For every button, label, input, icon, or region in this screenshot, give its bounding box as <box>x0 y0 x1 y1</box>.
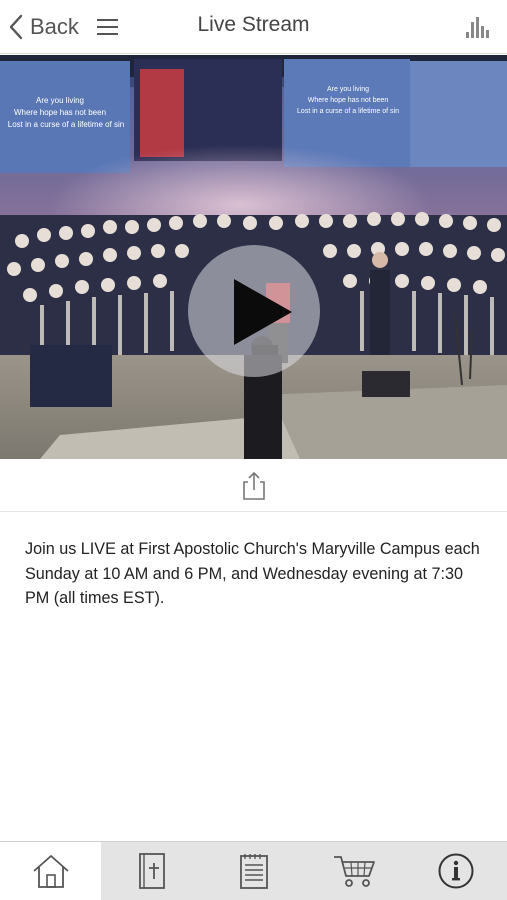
slide-right-line-2: Where hope has not been <box>308 97 389 104</box>
tab-store[interactable] <box>304 842 405 900</box>
tab-notes[interactable] <box>203 842 304 900</box>
tab-info[interactable] <box>406 842 507 900</box>
share-icon <box>243 471 265 500</box>
navigation-bar: Back Live Stream <box>0 0 507 54</box>
slide-left-line-2: Where hope has not been <box>14 108 106 117</box>
back-button[interactable]: Back <box>8 8 79 46</box>
bar-chart-icon <box>466 17 489 38</box>
slide-right-line-1: Are you living <box>327 86 369 93</box>
info-icon <box>438 853 474 889</box>
play-icon <box>234 279 292 345</box>
share-button[interactable] <box>241 471 267 501</box>
back-label: Back <box>30 14 79 39</box>
bible-icon <box>139 853 166 889</box>
hamburger-icon <box>97 19 118 35</box>
stream-description: Join us LIVE at First Apostolic Church's… <box>25 540 480 607</box>
menu-button[interactable] <box>96 15 120 39</box>
notes-icon <box>239 854 268 889</box>
share-bar <box>0 459 507 512</box>
cart-icon <box>333 856 375 887</box>
tab-home[interactable] <box>0 842 102 900</box>
tab-bar <box>0 841 507 900</box>
slide-left-line-3: Lost in a curse of a lifetime of sin <box>8 120 125 129</box>
video-player[interactable]: Are you living Where hope has not been L… <box>0 55 507 459</box>
home-icon <box>33 855 69 888</box>
chevron-left-icon <box>9 14 23 40</box>
tab-bible[interactable] <box>101 842 202 900</box>
play-button[interactable] <box>188 245 320 377</box>
stats-button[interactable] <box>465 14 491 40</box>
slide-right-line-3: Lost in a curse of a lifetime of sin <box>297 108 399 115</box>
slide-left-line-1: Are you living <box>36 96 84 105</box>
